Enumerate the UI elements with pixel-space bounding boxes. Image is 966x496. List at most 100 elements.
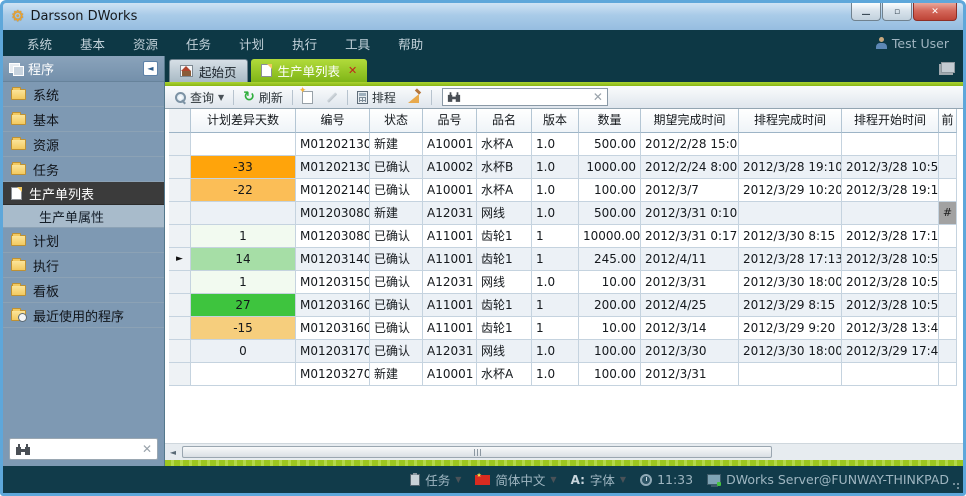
cell-code[interactable]: M012031402 xyxy=(296,248,370,271)
float-window-icon[interactable] xyxy=(941,62,955,73)
status-font-menu[interactable]: A: 字体 ▼ xyxy=(571,470,626,489)
cell-item_name[interactable]: 网线 xyxy=(477,202,532,225)
sidebar-item-4[interactable]: 生产单列表 xyxy=(3,182,164,205)
tab-close-icon[interactable]: ✕ xyxy=(348,64,357,77)
user-indicator[interactable]: Test User xyxy=(876,36,953,51)
cell-flag[interactable] xyxy=(939,225,957,248)
cell-sched_start[interactable]: 2012/3/28 10:52 xyxy=(842,271,939,294)
menu-item-0[interactable]: 系统 xyxy=(13,34,66,53)
cell-qty[interactable]: 245.00 xyxy=(579,248,641,271)
cell-sched_start[interactable] xyxy=(842,133,939,156)
cell-expect[interactable]: 2012/3/14 xyxy=(641,317,739,340)
cell-qty[interactable]: 100.00 xyxy=(579,363,641,386)
cell-flag[interactable]: # xyxy=(939,202,957,225)
sidebar-item-5[interactable]: 生产单属性 xyxy=(3,205,164,228)
cell-qty[interactable]: 100.00 xyxy=(579,179,641,202)
cell-sched_start[interactable]: 2012/3/28 10:52 xyxy=(842,248,939,271)
cell-expect[interactable]: 2012/3/30 xyxy=(641,340,739,363)
cell-version[interactable]: 1 xyxy=(532,294,579,317)
cell-sched_end[interactable]: 2012/3/30 8:15 xyxy=(739,225,842,248)
cell-item_name[interactable]: 水杯A xyxy=(477,133,532,156)
cell-code[interactable]: M012021401 xyxy=(296,179,370,202)
table-row[interactable]: M012021301新建A10001水杯A1.0500.002012/2/28 … xyxy=(169,133,957,156)
cell-item_name[interactable]: 齿轮1 xyxy=(477,317,532,340)
cell-flag[interactable] xyxy=(939,133,957,156)
cell-code[interactable]: M012031602 xyxy=(296,317,370,340)
cell-status[interactable]: 已确认 xyxy=(370,248,423,271)
row-selector[interactable] xyxy=(169,225,191,248)
table-row[interactable]: 27M012031601已确认A11001齿轮11200.002012/4/25… xyxy=(169,294,957,317)
cell-code[interactable]: M012031601 xyxy=(296,294,370,317)
row-selector[interactable] xyxy=(169,271,191,294)
cell-expect[interactable]: 2012/2/28 15:00 xyxy=(641,133,739,156)
cell-version[interactable]: 1.0 xyxy=(532,363,579,386)
row-selector[interactable] xyxy=(169,133,191,156)
cell-sched_start[interactable]: 2012/3/28 13:40 xyxy=(842,317,939,340)
row-selector[interactable] xyxy=(169,179,191,202)
cell-item_name[interactable]: 网线 xyxy=(477,271,532,294)
cell-expect[interactable]: 2012/3/31 0:10 xyxy=(641,202,739,225)
cell-status[interactable]: 已确认 xyxy=(370,271,423,294)
cell-expect[interactable]: 2012/3/31 xyxy=(641,363,739,386)
column-header-1[interactable]: 编号 xyxy=(296,109,370,133)
cell-item_no[interactable]: A11001 xyxy=(423,248,477,271)
cell-sched_end[interactable]: 2012/3/29 10:20 xyxy=(739,179,842,202)
cell-flag[interactable] xyxy=(939,271,957,294)
cell-item_no[interactable]: A11001 xyxy=(423,294,477,317)
menu-item-7[interactable]: 帮助 xyxy=(384,34,437,53)
cell-sched_end[interactable]: 2012/3/29 9:20 xyxy=(739,317,842,340)
cell-flag[interactable] xyxy=(939,294,957,317)
cell-sched_end[interactable] xyxy=(739,363,842,386)
cell-sched_start[interactable]: 2012/3/28 19:10 xyxy=(842,179,939,202)
status-language-menu[interactable]: 简体中文 ▼ xyxy=(475,470,556,489)
column-header-0[interactable]: 计划差异天数 xyxy=(191,109,296,133)
cell-status[interactable]: 新建 xyxy=(370,133,423,156)
cell-qty[interactable]: 10.00 xyxy=(579,317,641,340)
cell-expect[interactable]: 2012/3/31 xyxy=(641,271,739,294)
cell-qty[interactable]: 100.00 xyxy=(579,340,641,363)
resize-grip[interactable] xyxy=(952,482,960,490)
cell-status[interactable]: 已确认 xyxy=(370,225,423,248)
cell-diff[interactable]: -15 xyxy=(191,317,296,340)
sidebar-item-1[interactable]: 基本 xyxy=(3,107,164,132)
cell-code[interactable]: M012031501 xyxy=(296,271,370,294)
cell-item_name[interactable]: 水杯A xyxy=(477,363,532,386)
row-selector[interactable] xyxy=(169,294,191,317)
status-task-menu[interactable]: 任务 ▼ xyxy=(410,470,461,489)
sidebar-item-2[interactable]: 资源 xyxy=(3,132,164,157)
column-header-6[interactable]: 数量 xyxy=(579,109,641,133)
cell-item_no[interactable]: A11001 xyxy=(423,225,477,248)
table-row[interactable]: -15M012031602已确认A11001齿轮1110.002012/3/14… xyxy=(169,317,957,340)
toolbar-search-clear-icon[interactable]: ✕ xyxy=(593,90,603,104)
cell-version[interactable]: 1.0 xyxy=(532,133,579,156)
table-row[interactable]: 1M012031501已确认A12031网线1.010.002012/3/312… xyxy=(169,271,957,294)
column-header-8[interactable]: 排程完成时间 xyxy=(739,109,842,133)
cell-item_no[interactable]: A12031 xyxy=(423,202,477,225)
cell-flag[interactable] xyxy=(939,363,957,386)
cell-qty[interactable]: 500.00 xyxy=(579,133,641,156)
cell-code[interactable]: M012032701 xyxy=(296,363,370,386)
table-row[interactable]: 0M012031701已确认A12031网线1.0100.002012/3/30… xyxy=(169,340,957,363)
sidebar-item-8[interactable]: 看板 xyxy=(3,278,164,303)
column-header-2[interactable]: 状态 xyxy=(370,109,423,133)
cell-diff[interactable]: 1 xyxy=(191,271,296,294)
cell-sched_end[interactable]: 2012/3/30 18:00 xyxy=(739,271,842,294)
cell-item_no[interactable]: A10001 xyxy=(423,363,477,386)
scroll-left-icon[interactable]: ◄ xyxy=(165,448,181,457)
table-row[interactable]: M012030801新建A12031网线1.0500.002012/3/31 0… xyxy=(169,202,957,225)
cell-item_no[interactable]: A10002 xyxy=(423,156,477,179)
scrollbar-thumb[interactable] xyxy=(182,446,772,458)
sidebar-item-6[interactable]: 计划 xyxy=(3,228,164,253)
menu-item-2[interactable]: 资源 xyxy=(119,34,172,53)
cell-qty[interactable]: 10.00 xyxy=(579,271,641,294)
cell-status[interactable]: 已确认 xyxy=(370,317,423,340)
cell-expect[interactable]: 2012/4/25 xyxy=(641,294,739,317)
tab-home[interactable]: 起始页 xyxy=(169,59,248,82)
cell-code[interactable]: M012030801 xyxy=(296,202,370,225)
cell-flag[interactable] xyxy=(939,179,957,202)
cell-diff[interactable]: 1 xyxy=(191,225,296,248)
cell-diff[interactable]: -33 xyxy=(191,156,296,179)
cell-sched_start[interactable]: 2012/3/28 17:13 xyxy=(842,225,939,248)
cell-version[interactable]: 1 xyxy=(532,248,579,271)
cell-flag[interactable] xyxy=(939,156,957,179)
